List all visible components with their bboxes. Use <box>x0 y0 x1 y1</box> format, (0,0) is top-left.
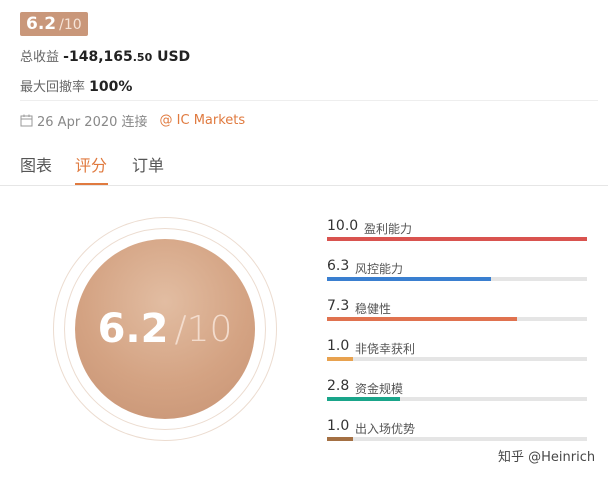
max-drawdown-label: 最大回撤率 <box>20 80 86 95</box>
metric-row: 2.8 资金规模 <box>327 378 587 414</box>
metric-bar-fill <box>327 357 353 361</box>
metric-bar-fill <box>327 237 587 241</box>
connection-info: 26 Apr 2020 连接 @ IC Markets <box>20 111 245 130</box>
metric-value: 7.3 <box>327 298 350 314</box>
metric-value: 1.0 <box>327 418 350 434</box>
metric-value: 2.8 <box>327 378 350 394</box>
metric-value: 10.0 <box>327 218 359 234</box>
metric-row: 7.3 稳健性 <box>327 298 587 334</box>
metric-label: 资金规模 <box>355 382 404 396</box>
active-tab-indicator <box>75 183 108 185</box>
score-badge-max: /10 <box>59 17 82 33</box>
metric-bar-fill <box>327 397 400 401</box>
tab-rating[interactable]: 评分 <box>75 152 107 176</box>
divider <box>20 100 598 101</box>
overall-score-value: 6.2 <box>97 306 169 352</box>
metric-label: 风控能力 <box>355 262 404 276</box>
calendar-icon <box>20 114 33 127</box>
score-badge-value: 6.2 <box>26 14 57 34</box>
tab-bar: 图表 评分 订单 <box>0 140 608 186</box>
connect-date: 26 Apr 2020 连接 <box>37 115 148 130</box>
total-profit-row: 总收益 -148,165.50 USD <box>20 46 190 65</box>
metric-value: 6.3 <box>327 258 350 274</box>
tab-orders[interactable]: 订单 <box>132 152 164 176</box>
metric-row: 6.3 风控能力 <box>327 258 587 294</box>
metric-bar-track <box>327 437 587 441</box>
metric-label: 出入场优势 <box>355 422 416 436</box>
broker-link[interactable]: @ IC Markets <box>160 113 246 128</box>
metric-label: 稳健性 <box>355 302 392 316</box>
metric-value: 1.0 <box>327 338 350 354</box>
metric-bar-track <box>327 397 587 401</box>
max-drawdown-value: 100% <box>89 79 133 95</box>
total-profit-value: -148,165.50 USD <box>63 49 191 65</box>
tab-chart[interactable]: 图表 <box>20 152 52 176</box>
overall-score-max: /10 <box>174 308 233 350</box>
metric-label: 非侥幸获利 <box>355 342 416 356</box>
metric-bar-track <box>327 237 587 241</box>
total-profit-label: 总收益 <box>20 50 60 65</box>
metric-row: 10.0 盈利能力 <box>327 218 587 254</box>
metric-bar-track <box>327 277 587 281</box>
metric-bar-track <box>327 357 587 361</box>
metric-bar-track <box>327 317 587 321</box>
score-badge: 6.2 /10 <box>20 12 88 36</box>
metric-bar-fill <box>327 277 491 281</box>
metric-row: 1.0 非侥幸获利 <box>327 338 587 374</box>
metric-bar-fill <box>327 317 517 321</box>
watermark: 知乎 @Heinrich <box>498 450 596 465</box>
metric-bar-fill <box>327 437 353 441</box>
metric-label: 盈利能力 <box>364 222 413 236</box>
overall-score-circle: 6.2 /10 <box>75 239 255 419</box>
max-drawdown-row: 最大回撤率 100% <box>20 76 132 95</box>
